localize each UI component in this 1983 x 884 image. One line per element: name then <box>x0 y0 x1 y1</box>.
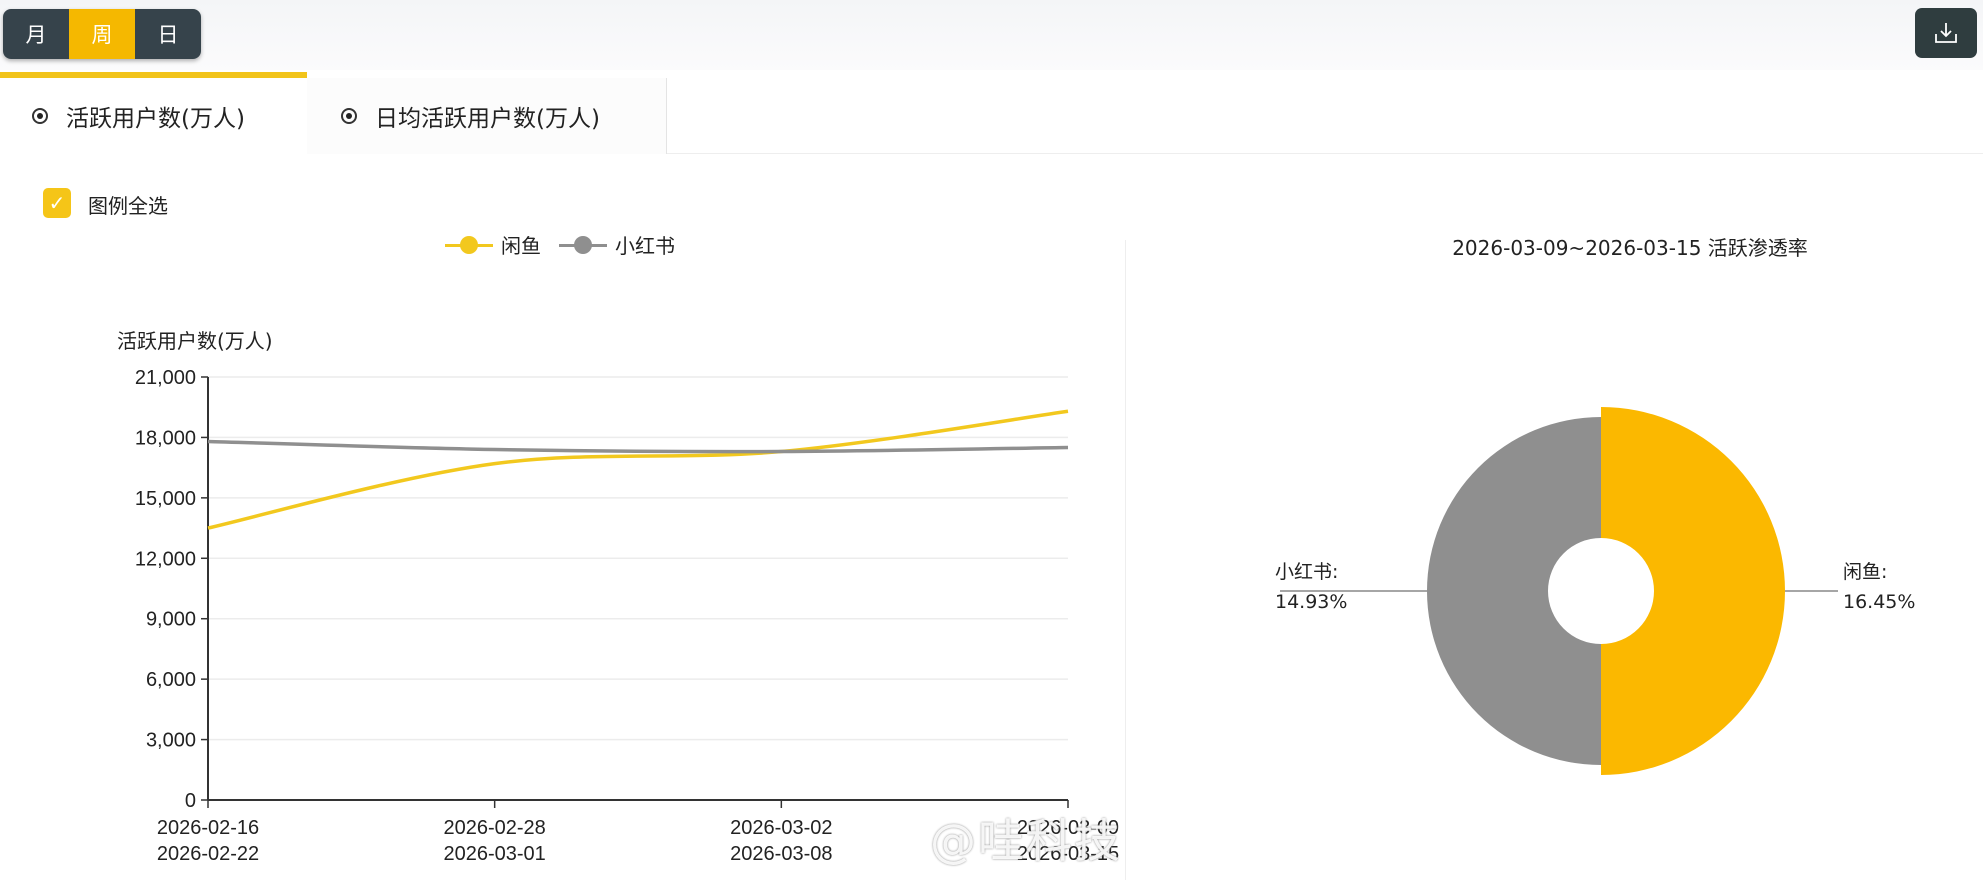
pie-slice-xiaohongshu <box>1427 417 1601 765</box>
x-tick-label: 2026-03-01 <box>444 843 546 865</box>
y-tick-label: 6,000 <box>146 669 196 691</box>
watermark: @哇科技 <box>930 814 1122 868</box>
y-tick-label: 21,000 <box>135 367 196 389</box>
y-tick-label: 9,000 <box>146 609 196 631</box>
series-line-xianyu <box>207 409 1069 530</box>
pie-title: 2026-03-09~2026-03-15 活跃渗透率 <box>1452 236 1808 260</box>
pie-label-value: 16.45% <box>1843 591 1916 613</box>
pie-label-name: 小红书: <box>1275 561 1339 583</box>
y-tick-label: 0 <box>185 790 196 812</box>
pie-label-name: 闲鱼: <box>1843 561 1888 583</box>
series-line-xiaohongshu <box>207 439 1069 454</box>
line-chart: 21,000 18,000 15,000 12,000 9,000 6,000 3,000 0… <box>135 367 1838 865</box>
x-tick-label: 2026-02-16 <box>157 817 259 839</box>
x-tick-label: 2026-02-22 <box>157 843 259 865</box>
y-tick-label: 18,000 <box>135 427 196 449</box>
y-tick-label: 12,000 <box>135 548 196 570</box>
x-tick-label: 2026-03-08 <box>730 843 832 865</box>
x-tick-label: 2026-03-02 <box>730 817 832 839</box>
pie-label-value: 14.93% <box>1275 591 1348 613</box>
pie-label-xianyu: 闲鱼: 16.45% <box>1843 557 1915 617</box>
y-tick-label: 15,000 <box>135 488 196 510</box>
x-tick-label: 2026-02-28 <box>444 817 546 839</box>
pie-label-xiaohongshu: 小红书: 14.93% <box>1275 557 1347 617</box>
pie-slice-xianyu <box>1601 407 1785 775</box>
y-tick-label: 3,000 <box>146 730 196 752</box>
